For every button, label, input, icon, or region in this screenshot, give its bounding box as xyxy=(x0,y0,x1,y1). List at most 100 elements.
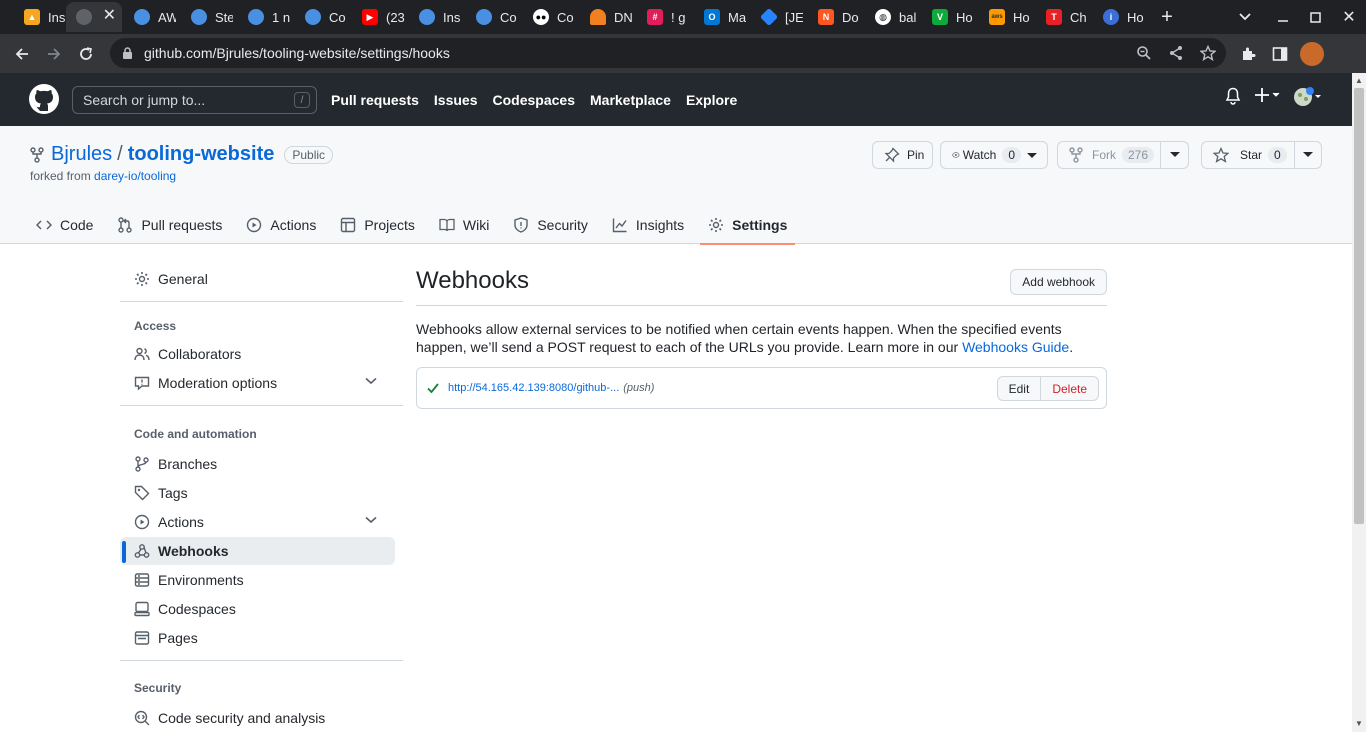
delete-webhook-button[interactable]: Delete xyxy=(1041,377,1098,400)
create-new-plus-icon[interactable] xyxy=(1255,86,1281,109)
extensions-icon[interactable] xyxy=(1234,40,1262,68)
address-url: github.com/Bjrules/tooling-website/setti… xyxy=(144,45,450,61)
tab-search-chevron-icon[interactable] xyxy=(1232,4,1258,30)
user-avatar-icon[interactable] xyxy=(1293,86,1323,113)
sidebar-item-codespaces[interactable]: Codespaces xyxy=(120,595,395,623)
tab-security[interactable]: Security xyxy=(505,206,596,244)
browser-tab[interactable]: aws Ho xyxy=(979,2,1031,32)
sidebar-divider xyxy=(120,660,403,661)
browser-tab[interactable]: N Do xyxy=(808,2,860,32)
notifications-bell-icon[interactable] xyxy=(1225,87,1241,110)
reload-icon[interactable] xyxy=(72,40,100,68)
title-divider xyxy=(416,305,1107,306)
browser-tab[interactable]: Ins xyxy=(409,2,461,32)
address-bar[interactable]: github.com/Bjrules/tooling-website/setti… xyxy=(110,38,1226,68)
browser-tab[interactable]: V Ho xyxy=(922,2,974,32)
fork-button[interactable]: Fork 276 xyxy=(1057,141,1189,169)
nav-marketplace[interactable]: Marketplace xyxy=(590,92,671,108)
page-scrollbar-thumb[interactable] xyxy=(1354,88,1364,524)
browser-tab-active[interactable]: ✕ xyxy=(66,2,122,32)
profile-avatar-icon[interactable] xyxy=(1298,40,1326,68)
tab-wiki[interactable]: Wiki xyxy=(431,206,497,244)
edit-webhook-button[interactable]: Edit xyxy=(998,377,1042,400)
browser-tab[interactable]: ▲ Ins xyxy=(14,2,66,32)
browser-tab[interactable]: #! g xyxy=(637,2,689,32)
browser-tab[interactable]: Ste xyxy=(181,2,233,32)
star-button[interactable]: Star 0 xyxy=(1201,141,1322,169)
nav-codespaces[interactable]: Codespaces xyxy=(493,92,575,108)
browser-tab[interactable]: ●● Co xyxy=(523,2,575,32)
add-webhook-button[interactable]: Add webhook xyxy=(1010,269,1107,295)
browser-tab[interactable]: Co xyxy=(466,2,518,32)
pin-button[interactable]: Pin xyxy=(872,141,933,169)
close-window-icon[interactable]: ✕ xyxy=(1336,4,1362,30)
pin-icon xyxy=(884,147,900,163)
star-icon xyxy=(1213,147,1229,163)
github-logo-icon[interactable] xyxy=(28,83,60,115)
browser-tab[interactable]: DN xyxy=(580,2,632,32)
sidebar-item-environments[interactable]: Environments xyxy=(120,566,395,594)
sidebar-item-collaborators[interactable]: Collaborators xyxy=(120,340,395,368)
github-search-input[interactable]: Search or jump to... / xyxy=(72,86,317,114)
tab-pull-requests[interactable]: Pull requests xyxy=(109,206,230,244)
scroll-up-arrow-icon[interactable]: ▲ xyxy=(1355,77,1363,85)
sidebar-item-pages[interactable]: Pages xyxy=(120,624,395,652)
minimize-window-icon[interactable] xyxy=(1270,4,1296,30)
star-dropdown-caret-icon[interactable] xyxy=(1293,142,1322,168)
fork-count: 276 xyxy=(1122,147,1155,163)
sidebar-item-actions[interactable]: Actions xyxy=(120,508,395,536)
maximize-window-icon[interactable] xyxy=(1302,4,1328,30)
sidebar-heading-security: Security xyxy=(134,681,182,695)
side-panel-icon[interactable] xyxy=(1266,40,1294,68)
sidebar-item-code-security-analysis[interactable]: Code security and analysis xyxy=(120,704,395,732)
close-tab-icon[interactable]: ✕ xyxy=(103,8,116,24)
tab-code[interactable]: Code xyxy=(28,206,101,244)
tesla-icon: T xyxy=(1046,9,1062,25)
sidebar-item-general[interactable]: General xyxy=(120,265,395,293)
webhook-url-link[interactable]: http://54.165.42.139:8080/github-... xyxy=(448,382,619,394)
watch-dropdown-caret-icon[interactable] xyxy=(1027,148,1037,162)
nav-issues[interactable]: Issues xyxy=(434,92,478,108)
repo-name-link[interactable]: tooling-website xyxy=(128,143,275,166)
browser-tab[interactable]: T Ch xyxy=(1036,2,1088,32)
browser-tab[interactable]: [JE xyxy=(751,2,803,32)
browser-tab[interactable]: ▶ (23 xyxy=(352,2,408,32)
share-icon[interactable] xyxy=(1168,45,1184,61)
chevron-down-icon[interactable] xyxy=(365,516,377,524)
forward-icon[interactable] xyxy=(40,40,68,68)
eye-icon xyxy=(952,152,960,158)
browser-tab[interactable]: 1 n xyxy=(238,2,290,32)
new-tab-icon[interactable]: + xyxy=(1154,4,1180,30)
medium-icon: ●● xyxy=(533,9,549,25)
browser-tab[interactable]: Co xyxy=(295,2,347,32)
back-icon[interactable] xyxy=(8,40,36,68)
sidebar-item-branches[interactable]: Branches xyxy=(120,450,395,478)
repo-owner-link[interactable]: Bjrules xyxy=(51,143,112,166)
browser-tab[interactable]: i Ho xyxy=(1093,2,1145,32)
tab-insights[interactable]: Insights xyxy=(604,206,692,244)
tab-settings[interactable]: Settings xyxy=(700,206,796,245)
zoom-icon[interactable] xyxy=(1136,45,1152,61)
comment-report-icon xyxy=(134,376,150,391)
tab-actions[interactable]: Actions xyxy=(238,206,324,244)
sidebar-item-label: Branches xyxy=(158,456,218,472)
bookmark-star-icon[interactable] xyxy=(1199,44,1217,61)
gear-icon xyxy=(709,218,724,232)
nav-explore[interactable]: Explore xyxy=(686,92,737,108)
watch-button[interactable]: Watch 0 xyxy=(940,141,1048,169)
chrome-generic-icon xyxy=(305,9,321,25)
browser-tab[interactable]: AW xyxy=(124,2,176,32)
fork-dropdown-caret-icon[interactable] xyxy=(1160,142,1188,168)
browser-tab[interactable]: ◍ bal xyxy=(865,2,917,32)
sidebar-item-webhooks[interactable]: Webhooks xyxy=(120,537,395,565)
forked-source-link[interactable]: darey-io/tooling xyxy=(94,169,176,183)
check-icon xyxy=(427,383,439,394)
sidebar-item-tags[interactable]: Tags xyxy=(120,479,395,507)
browser-tab[interactable]: O Ma xyxy=(694,2,746,32)
tab-projects[interactable]: Projects xyxy=(332,206,423,244)
webhooks-guide-link[interactable]: Webhooks Guide xyxy=(962,339,1069,355)
nav-pull-requests[interactable]: Pull requests xyxy=(331,92,419,108)
scroll-down-arrow-icon[interactable]: ▼ xyxy=(1355,720,1363,728)
sidebar-item-moderation-options[interactable]: Moderation options xyxy=(120,369,395,397)
chevron-down-icon[interactable] xyxy=(365,377,377,385)
